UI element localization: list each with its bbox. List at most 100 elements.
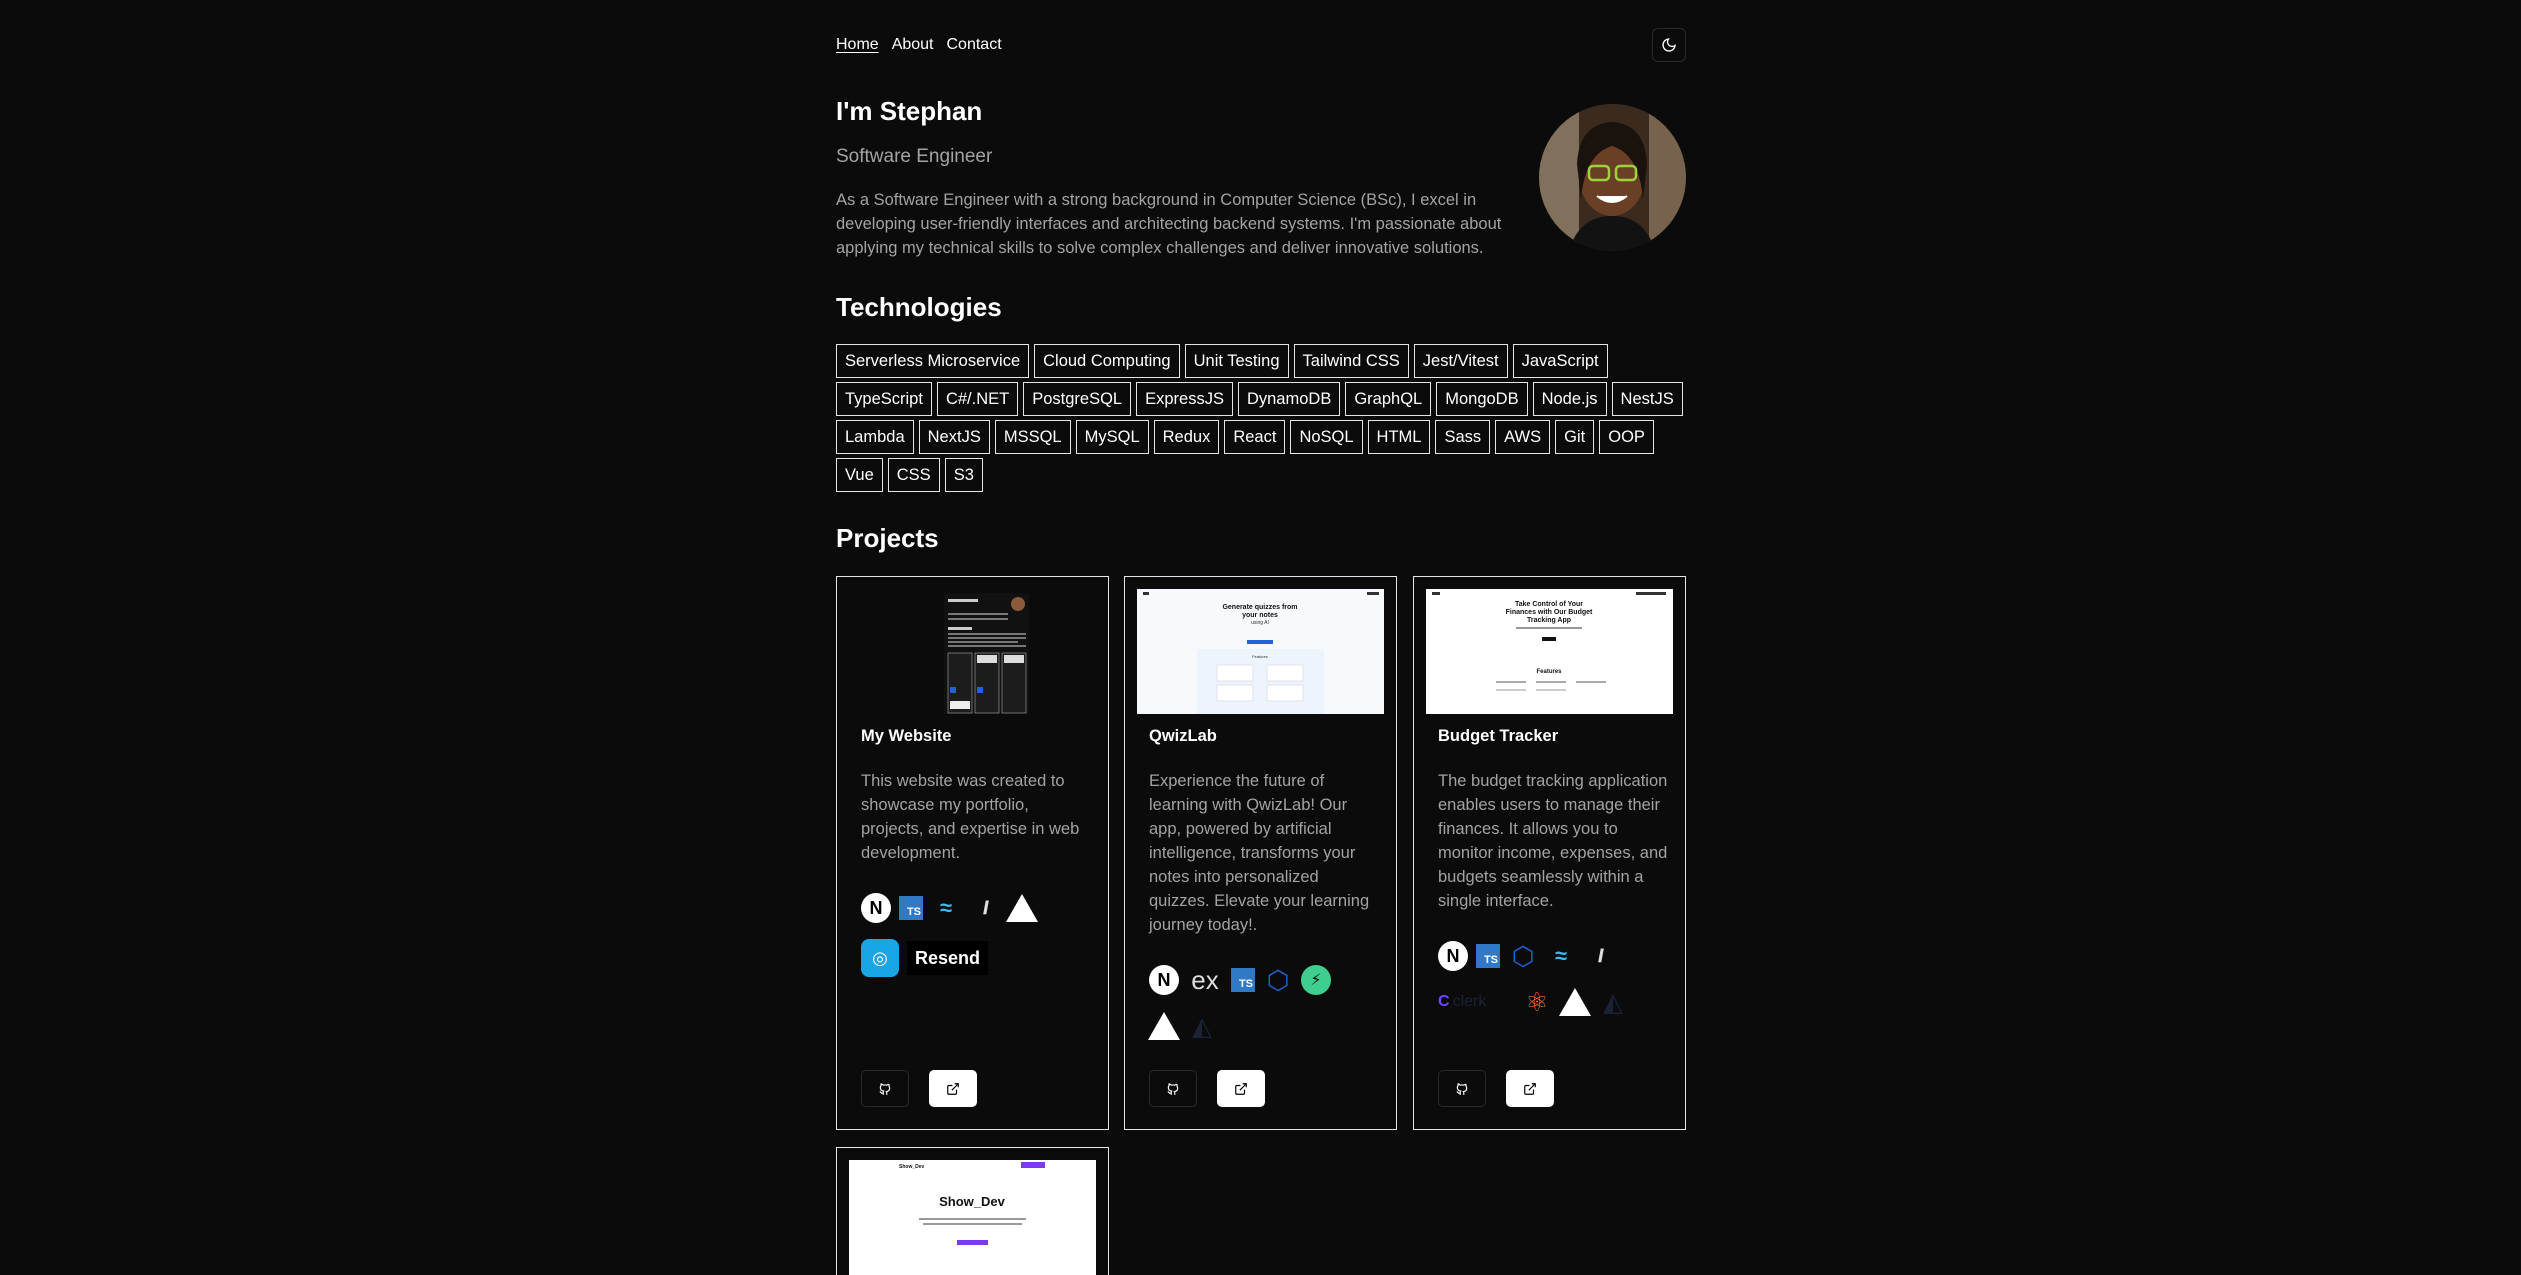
github-button[interactable] <box>861 1070 909 1107</box>
vercel-icon <box>1148 1011 1180 1041</box>
theme-toggle-button[interactable] <box>1652 28 1686 62</box>
project-actions <box>861 1070 977 1107</box>
technology-tag: TypeScript <box>836 382 932 416</box>
svg-text:Show_Dev: Show_Dev <box>899 1164 925 1170</box>
project-thumbnail[interactable]: Generate quizzes from your notes using A… <box>1137 589 1384 714</box>
project-title: QwizLab <box>1149 727 1217 745</box>
svg-text:Take Control of Your: Take Control of Your <box>1515 601 1583 608</box>
tech-stack-icons-row2: C clerk ⚛ ◭ <box>1438 987 1628 1017</box>
project-title: Budget Tracker <box>1438 727 1559 745</box>
graphql-icon: ⬡ <box>1266 964 1290 995</box>
github-button[interactable] <box>1438 1070 1486 1107</box>
technology-tag: ExpressJS <box>1136 382 1233 416</box>
tech-stack-icons: N TS ≈ // <box>861 893 1038 923</box>
technology-tag: Git <box>1555 420 1595 454</box>
project-description: The budget tracking application enables … <box>1438 772 1668 910</box>
typescript-icon: TS <box>1476 944 1500 968</box>
svg-text:your notes: your notes <box>1242 612 1278 619</box>
project-card-budget-tracker: Take Control of Your Finances with Our B… <box>1413 576 1686 1130</box>
shadcn-icon: // <box>982 897 989 918</box>
github-icon <box>1167 1082 1179 1095</box>
project-card-qwizlab: Generate quizzes from your notes using A… <box>1124 576 1397 1130</box>
svg-text:Features: Features <box>1252 654 1268 659</box>
tailwind-icon: ≈ <box>1554 943 1568 968</box>
technology-tag: Jest/Vitest <box>1413 344 1508 378</box>
svg-text:Show_Dev: Show_Dev <box>939 1194 1006 1209</box>
vercel-icon <box>1559 987 1591 1017</box>
svg-text:Finances with Our Budget: Finances with Our Budget <box>1506 609 1593 616</box>
resend-label: Resend <box>907 941 989 975</box>
top-nav: Home About Contact <box>836 36 1002 54</box>
hero-name: I'm Stephan <box>836 96 983 126</box>
external-link-icon <box>1235 1082 1247 1095</box>
shadcn-icon: // <box>1597 945 1604 966</box>
tailwind-icon: ≈ <box>939 895 953 920</box>
resend-logo-icon: ◎ <box>861 939 899 977</box>
graphql-icon: ⬡ <box>1511 940 1535 971</box>
typescript-icon: TS <box>1231 968 1255 992</box>
avatar <box>1539 104 1686 251</box>
tech-stack-icons-row2: ◎ Resend <box>861 939 989 977</box>
external-link-icon <box>1524 1082 1536 1095</box>
vercel-icon <box>1006 893 1038 923</box>
technology-tag: Cloud Computing <box>1034 344 1180 378</box>
nextjs-icon: N <box>861 893 891 923</box>
technology-tag: MSSQL <box>994 420 1071 454</box>
project-card-my-website: My Website This website was created to s… <box>836 576 1109 1130</box>
github-icon <box>1456 1082 1468 1095</box>
projects-heading: Projects <box>836 523 939 553</box>
technology-tag: NextJS <box>918 420 990 454</box>
project-description: Experience the future of learning with Q… <box>1149 772 1370 934</box>
technology-tag: S3 <box>944 458 983 492</box>
nav-contact-link[interactable]: Contact <box>947 36 1002 54</box>
project-thumbnail[interactable]: Take Control of Your Finances with Our B… <box>1426 589 1673 714</box>
project-thumbnail[interactable]: Show_Dev Show_Dev <box>849 1160 1096 1275</box>
technology-tag: Sass <box>1435 420 1491 454</box>
express-icon: ex <box>1191 964 1219 995</box>
technology-tag: Serverless Microservice <box>836 344 1030 378</box>
technology-tag: GraphQL <box>1345 382 1432 416</box>
project-actions <box>1438 1070 1554 1107</box>
technology-tag: DynamoDB <box>1237 382 1341 416</box>
technology-tag: React <box>1224 420 1286 454</box>
technology-tag: JavaScript <box>1512 344 1608 378</box>
live-demo-button[interactable] <box>1506 1070 1554 1107</box>
technology-tag: CSS <box>887 458 940 492</box>
nav-about-link[interactable]: About <box>892 36 934 54</box>
technology-tag: PostgreSQL <box>1023 382 1132 416</box>
moon-icon <box>1662 38 1676 52</box>
technology-tag: C#/.NET <box>936 382 1019 416</box>
technology-tag: Lambda <box>836 420 914 454</box>
project-description: This website was created to showcase my … <box>861 772 1080 862</box>
tech-stack-icons: N ex TS ⬡ ⚡ <box>1149 965 1331 995</box>
live-demo-button[interactable] <box>1217 1070 1265 1107</box>
clerk-icon: C clerk <box>1438 993 1487 1010</box>
technology-tag: Node.js <box>1532 382 1607 416</box>
technology-tag: MongoDB <box>1436 382 1528 416</box>
technology-tag: NestJS <box>1611 382 1683 416</box>
github-button[interactable] <box>1149 1070 1197 1107</box>
technology-tag: HTML <box>1367 420 1431 454</box>
project-card-show-dev: Show_Dev Show_Dev <box>836 1147 1109 1275</box>
tech-stack-icons-row2: ◭ <box>1148 1011 1217 1041</box>
prisma-icon: ◭ <box>1603 986 1623 1017</box>
external-link-icon <box>947 1082 959 1095</box>
nextjs-icon: N <box>1149 965 1179 995</box>
svg-text:using AI: using AI <box>1251 620 1269 626</box>
nav-home-link[interactable]: Home <box>836 36 879 54</box>
project-thumbnail[interactable] <box>849 589 1096 714</box>
supabase-icon: ⚡ <box>1301 965 1331 995</box>
github-icon <box>879 1082 891 1095</box>
tech-stack-icons: N TS ⬡ ≈ // <box>1438 941 1614 971</box>
project-actions <box>1149 1070 1265 1107</box>
react-icon: ⚛ <box>1525 986 1549 1017</box>
technology-tag: AWS <box>1495 420 1551 454</box>
technology-tag: Tailwind CSS <box>1293 344 1409 378</box>
technology-tag: MySQL <box>1075 420 1149 454</box>
technology-tag: Redux <box>1153 420 1220 454</box>
nextjs-icon: N <box>1438 941 1468 971</box>
hero-bio: As a Software Engineer with a strong bac… <box>836 191 1502 257</box>
technology-tag: Unit Testing <box>1184 344 1289 378</box>
live-demo-button[interactable] <box>929 1070 977 1107</box>
hero-role: Software Engineer <box>836 146 993 167</box>
